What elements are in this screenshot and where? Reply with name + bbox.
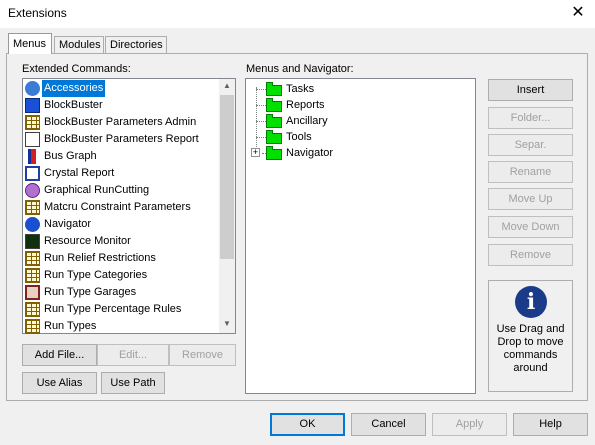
tree-item-label: Tasks [286,83,315,95]
expand-icon[interactable]: + [251,148,260,157]
bus-graph-icon [28,149,36,164]
table-icon [25,268,40,283]
tree-item-label: Ancillary [286,115,328,127]
list-item-label: Run Types [44,320,97,332]
tree-line [256,137,266,138]
apply-button[interactable]: Apply [432,413,507,436]
list-item-label: Navigator [44,218,92,230]
rename-button[interactable]: Rename [488,161,573,183]
folder-icon [266,82,282,96]
menus-tree[interactable]: Tasks Reports Ancillary Tools + Navigato… [245,78,476,394]
palette-icon [25,81,40,96]
table-icon [25,200,40,215]
monitor-icon [25,234,40,249]
list-item-label: Bus Graph [44,150,97,162]
scroll-up-icon[interactable]: ▲ [223,81,231,90]
move-down-button[interactable]: Move Down [488,216,573,238]
menus-navigator-label: Menus and Navigator: [246,63,354,75]
list-item-label: Resource Monitor [44,235,131,247]
list-item-label: BlockBuster [44,99,103,111]
scroll-thumb[interactable] [220,95,234,259]
title-bar [0,0,595,28]
tree-line [256,105,266,106]
list-item-label: Run Type Garages [44,286,137,298]
list-item-label: Graphical RunCutting [44,184,150,196]
list-item-label: Accessories [42,80,106,97]
use-alias-button[interactable]: Use Alias [22,372,97,394]
use-path-button[interactable]: Use Path [101,372,165,394]
list-item-label: Run Type Categories [44,269,148,281]
tree-item-label: Tools [286,131,312,143]
folder-icon [266,114,282,128]
report-icon [25,132,40,147]
navigator-icon [25,217,40,232]
tree-item-label: Navigator [286,147,334,159]
extended-commands-label: Extended Commands: [22,63,131,75]
table-icon [25,302,40,317]
list-item-label: Crystal Report [44,167,115,179]
folder-button[interactable]: Folder... [488,107,573,129]
crystal-report-icon [25,166,40,181]
tab-directories[interactable]: Directories [105,36,167,53]
ok-button[interactable]: OK [270,413,345,436]
folder-icon [266,98,282,112]
insert-button[interactable]: Insert [488,79,573,101]
help-button[interactable]: Help [513,413,588,436]
runcutting-icon [25,183,40,198]
info-icon: i [515,286,547,318]
window-title: Extensions [8,6,67,20]
table-icon [25,319,40,334]
list-scrollbar[interactable]: ▲ ▼ [219,79,235,333]
move-up-button[interactable]: Move Up [488,188,573,210]
folder-icon [266,146,282,160]
list-item-label: BlockBuster Parameters Report [44,133,199,145]
list-item-label: Matcru Constraint Parameters [44,201,191,213]
tree-line [256,89,266,90]
book-icon [25,98,40,113]
tree-line [256,87,257,151]
edit-button[interactable]: Edit... [97,344,169,366]
extended-commands-list[interactable]: Accessories BlockBuster BlockBuster Parame… [22,78,236,334]
table-icon [25,115,40,130]
scroll-down-icon[interactable]: ▼ [223,319,231,328]
separator-button[interactable]: Separ. [488,134,573,156]
drag-drop-info-box: i Use Drag and Drop to move commands aro… [488,280,573,392]
tab-modules[interactable]: Modules [54,36,104,53]
table-icon [25,251,40,266]
garage-icon [25,285,40,300]
tree-item-label: Reports [286,99,325,111]
add-file-button[interactable]: Add File... [22,344,97,366]
remove-button[interactable]: Remove [488,244,573,266]
remove-file-button[interactable]: Remove [169,344,236,366]
list-item-label: BlockBuster Parameters Admin [44,116,197,128]
tree-line [256,121,266,122]
list-item-label: Run Type Percentage Rules [44,303,182,315]
close-icon[interactable]: ✕ [566,2,590,24]
folder-icon [266,130,282,144]
tab-menus[interactable]: Menus [8,33,52,54]
drag-drop-text: Use Drag and Drop to move commands aroun… [496,323,565,374]
list-item-label: Run Relief Restrictions [44,252,156,264]
cancel-button[interactable]: Cancel [351,413,426,436]
